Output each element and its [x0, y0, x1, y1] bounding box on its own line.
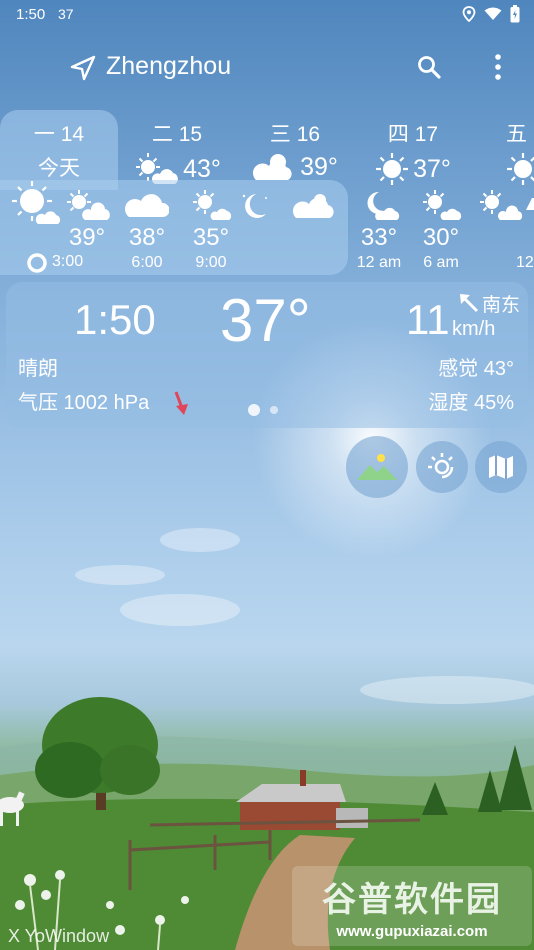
more-menu-icon[interactable]	[486, 52, 510, 82]
page-dot-active	[248, 404, 260, 416]
page-indicator	[248, 404, 278, 416]
day-name: 三 16	[269, 123, 321, 146]
hour-item[interactable]: 33° 12 am	[344, 184, 414, 272]
page-dot	[270, 406, 278, 414]
map-button[interactable]	[475, 441, 527, 493]
hour-time: 12:	[516, 254, 534, 271]
day-tab[interactable]: 五	[472, 110, 534, 185]
status-bar: 1:50 37	[0, 0, 534, 30]
site-watermark-url: www.gupuxiazai.com	[336, 923, 488, 940]
hour-item[interactable]: 12:	[470, 184, 534, 272]
day-name: 二 15	[151, 123, 203, 146]
moon-icon	[242, 194, 267, 218]
sun-icon	[376, 153, 409, 185]
radar-button[interactable]	[416, 441, 468, 493]
day-tab[interactable]: 三 16 39°	[236, 110, 354, 182]
hour-temp: 33°	[360, 224, 398, 251]
day-name: 五	[506, 123, 527, 146]
moon-cloud-icon	[367, 191, 400, 220]
current-conditions-card[interactable]: 1:50 37° 11 南东 km/h 晴朗 气压 1002 hPa 感觉 43…	[6, 282, 528, 428]
hour-time: 9:00	[195, 254, 227, 271]
hour-time: 6:00	[131, 254, 163, 271]
hour-item[interactable]: 38° 6:00	[112, 184, 182, 272]
navigation-arrow-icon[interactable]	[70, 55, 96, 81]
current-time: 1:50	[74, 296, 156, 343]
cloud-sun-icon	[253, 154, 292, 180]
city-name[interactable]: Zhengzhou	[106, 52, 231, 81]
day-temp: 39°	[300, 152, 338, 181]
day-name: 一 14	[33, 123, 85, 146]
cloud-icon	[292, 194, 334, 218]
pressure: 气压 1002 hPa	[18, 392, 150, 414]
hour-time: 3:00	[52, 253, 84, 270]
top-bar: Zhengzhou	[0, 44, 534, 90]
hour-temp: 30°	[422, 224, 460, 251]
battery-icon	[510, 5, 520, 23]
site-watermark-name: 谷普软件园	[322, 881, 502, 919]
day-tab-today[interactable]: 一 14 今天	[0, 110, 118, 190]
cloud-icon	[125, 194, 169, 217]
hour-time: 6 am	[423, 254, 459, 271]
wind-direction-arrow-icon	[460, 294, 479, 313]
feels-like: 感觉 43°	[438, 358, 514, 380]
wifi-icon	[484, 7, 502, 20]
sun-cloud-icon	[67, 190, 110, 220]
status-temp: 37	[58, 6, 74, 22]
hour-temp: 35°	[192, 224, 230, 251]
landscape-icon	[357, 454, 397, 480]
hour-time: 12 am	[356, 254, 402, 271]
wind-speed: 11	[406, 296, 450, 343]
day-tab[interactable]: 四 17 37°	[354, 110, 472, 185]
search-icon[interactable]	[416, 54, 442, 80]
hour-item[interactable]: 30° 6 am	[406, 184, 476, 272]
humidity: 湿度 45%	[428, 392, 514, 414]
sun-radar-icon	[428, 453, 454, 479]
weather-condition: 晴朗	[18, 358, 58, 380]
current-temperature: 37°	[220, 287, 311, 354]
site-watermark: 谷普软件园 www.gupuxiazai.com	[292, 866, 532, 946]
map-icon	[489, 455, 513, 479]
day-label: 今天	[38, 157, 80, 180]
day-temp: 37°	[413, 154, 451, 183]
sun-icon	[507, 153, 534, 185]
location-icon	[462, 6, 476, 22]
day-tab[interactable]: 二 15 43°	[118, 110, 236, 184]
hour-temp: 38°	[128, 224, 166, 251]
sun-cloud-icon	[480, 190, 534, 220]
wind-direction: 南东	[482, 295, 521, 316]
current-hour-marker-icon	[27, 253, 47, 273]
landscape-button[interactable]	[346, 436, 408, 498]
sun-cloud-icon	[193, 190, 232, 220]
wind-unit: km/h	[452, 318, 496, 340]
day-name: 四 17	[387, 123, 439, 146]
sun-cloud-icon	[423, 190, 462, 220]
app-watermark: X YoWindow	[8, 926, 110, 946]
pressure-falling-arrow-icon	[174, 391, 188, 415]
status-time: 1:50	[16, 6, 46, 23]
